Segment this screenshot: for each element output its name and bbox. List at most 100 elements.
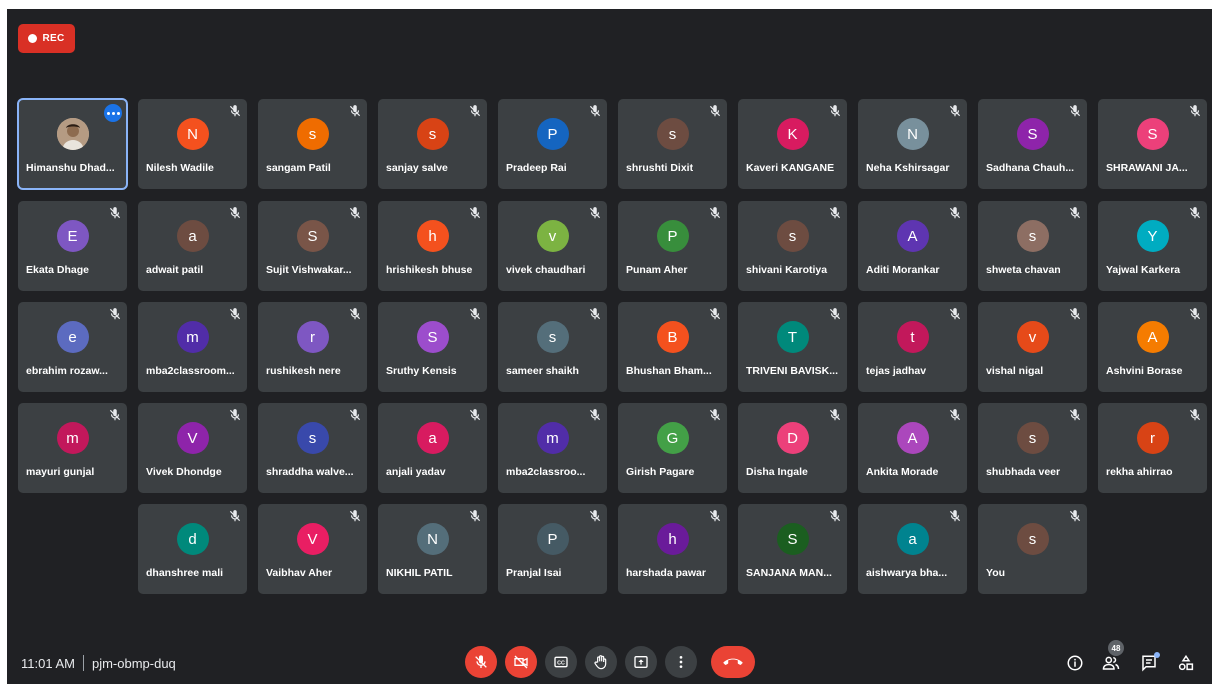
- participant-tile[interactable]: A Aditi Morankar: [858, 201, 967, 291]
- participant-tile[interactable]: s shweta chavan: [978, 201, 1087, 291]
- participant-tile[interactable]: s shubhada veer: [978, 403, 1087, 493]
- participant-tile[interactable]: t tejas jadhav: [858, 302, 967, 392]
- participant-tile[interactable]: N Nilesh Wadile: [138, 99, 247, 189]
- mic-off-icon: [1188, 408, 1202, 422]
- participant-tile[interactable]: s sanjay salve: [378, 99, 487, 189]
- participant-avatar: A: [896, 220, 929, 252]
- mic-off-icon: [1068, 104, 1082, 118]
- participant-name: Pradeep Rai: [506, 162, 567, 174]
- participant-tile[interactable]: s sangam Patil: [258, 99, 367, 189]
- more-vert-icon: [679, 656, 683, 668]
- participant-tile[interactable]: P Pranjal Isai: [498, 504, 607, 594]
- participant-name: Vaibhav Aher: [266, 567, 333, 579]
- people-button[interactable]: 48: [1100, 640, 1124, 674]
- participant-tile[interactable]: m mba2classroo...: [498, 403, 607, 493]
- participant-tile[interactable]: v vishal nigal: [978, 302, 1087, 392]
- more-options-button[interactable]: [665, 646, 697, 678]
- raise-hand-button[interactable]: [585, 646, 617, 678]
- participant-name: TRIVENI BAVISK...: [746, 365, 838, 377]
- participant-tile[interactable]: s shivani Karotiya: [738, 201, 847, 291]
- participant-tile[interactable]: V Vivek Dhondge: [138, 403, 247, 493]
- hand-icon: [594, 655, 607, 670]
- participant-tile[interactable]: Himanshu Dhad...: [17, 98, 128, 190]
- participant-tile[interactable]: B Bhushan Bham...: [618, 302, 727, 392]
- participant-name: mayuri gunjal: [26, 466, 95, 478]
- participant-name: vishal nigal: [986, 365, 1044, 377]
- participant-tile[interactable]: D Disha Ingale: [738, 403, 847, 493]
- participant-tile[interactable]: e ebrahim rozaw...: [18, 302, 127, 392]
- mic-off-icon: [468, 509, 482, 523]
- participant-tile[interactable]: m mba2classroom...: [138, 302, 247, 392]
- participant-tile[interactable]: m mayuri gunjal: [18, 403, 127, 493]
- mic-toggle-button[interactable]: [465, 646, 497, 678]
- participant-name: Sadhana Chauh...: [986, 162, 1075, 174]
- participant-name: Ashvini Borase: [1106, 365, 1183, 377]
- participant-name: Ankita Morade: [866, 466, 939, 478]
- mic-off-icon: [1188, 307, 1202, 321]
- participant-tile[interactable]: r rekha ahirrao: [1098, 403, 1207, 493]
- mic-off-icon: [948, 307, 962, 321]
- participant-name: Ekata Dhage: [26, 264, 90, 276]
- activities-button[interactable]: [1175, 652, 1197, 674]
- participant-tile[interactable]: S Sadhana Chauh...: [978, 99, 1087, 189]
- meeting-info-button[interactable]: [1064, 652, 1086, 674]
- participant-tile[interactable]: h hrishikesh bhuse: [378, 201, 487, 291]
- participant-name: Neha Kshirsagar: [866, 162, 950, 174]
- participant-tile[interactable]: a anjali yadav: [378, 403, 487, 493]
- participant-tile[interactable]: E Ekata Dhage: [18, 201, 127, 291]
- participant-tile[interactable]: G Girish Pagare: [618, 403, 727, 493]
- mic-off-icon: [948, 206, 962, 220]
- participant-tile[interactable]: S Sujit Vishwakar...: [258, 201, 367, 291]
- participant-tile[interactable]: a adwait patil: [138, 201, 247, 291]
- mic-off-icon: [948, 104, 962, 118]
- participant-tile[interactable]: S Sruthy Kensis: [378, 302, 487, 392]
- participant-tile[interactable]: S SHRAWANI JA...: [1098, 99, 1207, 189]
- present-button[interactable]: [625, 646, 657, 678]
- participant-avatar: S: [416, 321, 449, 353]
- mic-off-icon: [948, 509, 962, 523]
- participant-name: sangam Patil: [266, 162, 331, 174]
- participant-tile[interactable]: Y Yajwal Karkera: [1098, 201, 1207, 291]
- participant-tile[interactable]: P Pradeep Rai: [498, 99, 607, 189]
- participant-tile[interactable]: r rushikesh nere: [258, 302, 367, 392]
- participant-tile[interactable]: A Ankita Morade: [858, 403, 967, 493]
- participant-avatar: s: [416, 118, 449, 150]
- participant-tile[interactable]: s You: [978, 504, 1087, 594]
- participant-name: Nilesh Wadile: [146, 162, 214, 174]
- participant-tile[interactable]: a aishwarya bha...: [858, 504, 967, 594]
- participant-tile[interactable]: s shrushti Dixit: [618, 99, 727, 189]
- participant-tile[interactable]: s shraddha walve...: [258, 403, 367, 493]
- participant-tile[interactable]: h harshada pawar: [618, 504, 727, 594]
- camera-toggle-button[interactable]: [505, 646, 537, 678]
- captions-button[interactable]: CC: [545, 646, 577, 678]
- participant-avatar: V: [176, 422, 209, 454]
- participant-avatar: a: [896, 523, 929, 555]
- participant-tile[interactable]: P Punam Aher: [618, 201, 727, 291]
- participant-name: anjali yadav: [386, 466, 446, 478]
- tile-options-button[interactable]: [104, 104, 122, 122]
- participant-tile[interactable]: S SANJANA MAN...: [738, 504, 847, 594]
- mic-off-icon: [228, 509, 242, 523]
- participant-tile[interactable]: T TRIVENI BAVISK...: [738, 302, 847, 392]
- participant-avatar: N: [896, 118, 929, 150]
- participant-tile[interactable]: s sameer shaikh: [498, 302, 607, 392]
- participant-tile[interactable]: N NIKHIL PATIL: [378, 504, 487, 594]
- participant-tile[interactable]: d dhanshree mali: [138, 504, 247, 594]
- participant-tile[interactable]: V Vaibhav Aher: [258, 504, 367, 594]
- participant-avatar: a: [416, 422, 449, 454]
- leave-call-button[interactable]: [711, 646, 755, 678]
- chat-button[interactable]: [1138, 652, 1160, 674]
- mic-off-icon: [828, 104, 842, 118]
- mic-off-icon: [108, 408, 122, 422]
- participant-tile[interactable]: N Neha Kshirsagar: [858, 99, 967, 189]
- participant-tile[interactable]: v vivek chaudhari: [498, 201, 607, 291]
- participant-tile[interactable]: K Kaveri KANGANE: [738, 99, 847, 189]
- participant-avatar: B: [656, 321, 689, 353]
- mic-off-icon: [1068, 206, 1082, 220]
- participant-tile[interactable]: A Ashvini Borase: [1098, 302, 1207, 392]
- participant-name: You: [986, 567, 1006, 579]
- participant-avatar: s: [536, 321, 569, 353]
- participant-avatar: r: [296, 321, 329, 353]
- participant-name: shraddha walve...: [266, 466, 354, 478]
- mic-off-icon: [708, 408, 722, 422]
